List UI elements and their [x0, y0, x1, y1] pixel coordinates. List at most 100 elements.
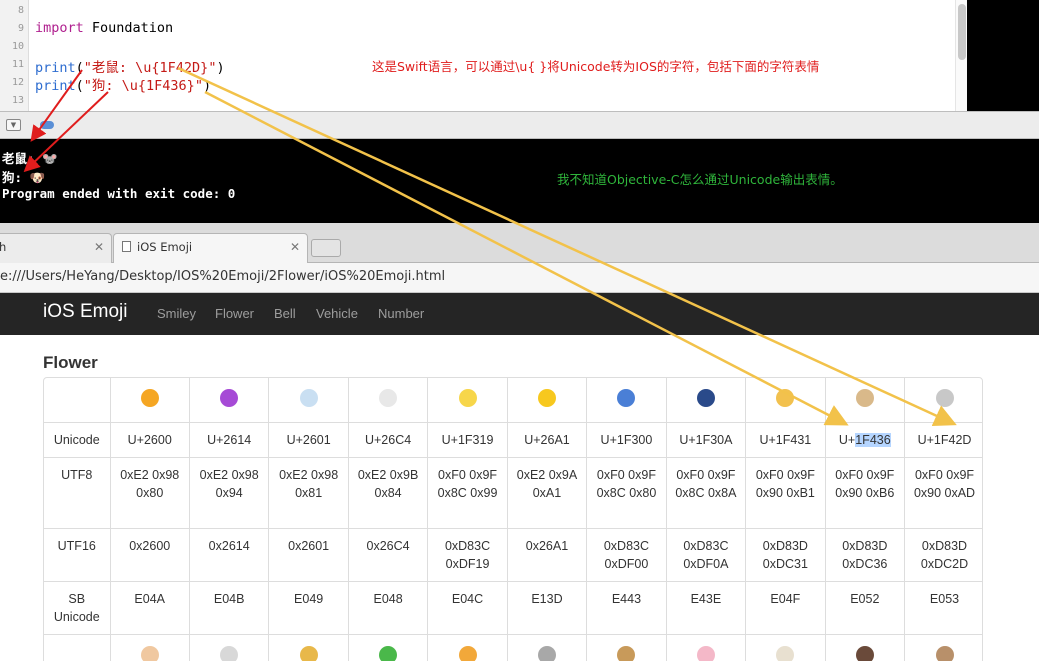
sun-emoji	[140, 389, 159, 407]
emoji-cell[interactable]	[110, 634, 190, 661]
hide-debug-area-icon[interactable]: ▼	[6, 119, 21, 131]
console-output[interactable]: 老鼠: 🐭 狗: 🐶 Program ended with exit code:…	[0, 139, 1039, 223]
utf8-cell: 0xF0 0x9F 0x8C 0x8A	[666, 457, 747, 529]
emoji-cell[interactable]	[268, 378, 349, 423]
emoji-cell[interactable]	[666, 378, 747, 423]
unicode-cell: U+1F436	[825, 422, 906, 458]
rabbit-emoji	[220, 645, 239, 661]
utf8-cell: 0xF0 0x9F 0x90 0xAD	[904, 457, 982, 529]
code-line[interactable]: import Foundation	[35, 20, 173, 36]
line-number: 11	[11, 59, 24, 70]
utf16-cell: 0x26A1	[507, 528, 588, 582]
nav-number[interactable]: Number	[378, 306, 424, 321]
editor-scrollbar-thumb[interactable]	[958, 4, 966, 60]
sb-unicode-cell: E04C	[427, 581, 508, 635]
code-token: Foundation	[83, 20, 174, 36]
editor-scrollbar[interactable]	[955, 0, 967, 111]
editor-side-panel	[967, 0, 1039, 111]
sb-unicode-cell: E048	[348, 581, 429, 635]
nav-bell[interactable]: Bell	[274, 306, 296, 321]
address-bar[interactable]: e:///Users/HeYang/Desktop/IOS%20Emoji/2F…	[0, 263, 1039, 293]
site-brand[interactable]: iOS Emoji	[43, 301, 127, 323]
emoji-cell[interactable]	[189, 378, 270, 423]
emoji-cell[interactable]	[586, 634, 667, 661]
boar-emoji	[855, 645, 874, 661]
utf8-cell: 0xE2 0x98 0x80	[110, 457, 190, 529]
hamster-emoji	[140, 645, 159, 661]
snowman-emoji	[379, 389, 398, 407]
cat-face-emoji	[776, 389, 795, 407]
utf8-cell: 0xF0 0x9F 0x90 0xB6	[825, 457, 906, 529]
code-token: import	[35, 20, 84, 36]
koala-emoji	[537, 645, 556, 661]
unicode-cell: U+1F319	[427, 422, 508, 458]
line-number-gutter: 8 9 10 11 12 13	[0, 0, 29, 111]
emoji-cell[interactable]	[666, 634, 747, 661]
code-line[interactable]: print("狗: \u{1F436}")	[35, 74, 211, 94]
table-cell	[44, 634, 111, 661]
utf16-cell: 0x26C4	[348, 528, 429, 582]
tab-previous[interactable]: h ✕	[0, 233, 112, 263]
objc-annotation: 我不知道Objective-C怎么通过Unicode输出表情。	[557, 172, 843, 187]
browser-tab-bar: h ✕ iOS Emoji ✕	[0, 223, 1039, 264]
utf16-cell: 0x2600	[110, 528, 190, 582]
code-token: )	[202, 78, 212, 94]
utf16-cell: 0xD83C 0xDF19	[427, 528, 508, 582]
lightning-emoji	[537, 389, 556, 407]
selected-text[interactable]: 1F436	[855, 432, 891, 447]
emoji-table: Unicode U+2600 U+2614 U+2601 U+26C4 U+1F319 U+…	[43, 377, 983, 661]
unicode-cell: U+2601	[268, 422, 349, 458]
mouse-face-emoji	[935, 389, 954, 407]
new-tab-button[interactable]	[311, 239, 341, 257]
sb-unicode-cell: E053	[904, 581, 982, 635]
nav-smiley[interactable]: Smiley	[157, 306, 196, 321]
utf8-cell: 0xF0 0x9F 0x8C 0x99	[427, 457, 508, 529]
emoji-cell[interactable]	[189, 634, 270, 661]
utf16-cell: 0xD83D 0xDC31	[745, 528, 826, 582]
emoji-cell[interactable]	[904, 634, 982, 661]
utf16-cell: 0xD83D 0xDC2D	[904, 528, 982, 582]
sb-unicode-cell: E13D	[507, 581, 588, 635]
nav-vehicle[interactable]: Vehicle	[316, 306, 358, 321]
code-token: (	[75, 78, 84, 94]
utf8-cell: 0xE2 0x98 0x81	[268, 457, 349, 529]
row-label-utf16: UTF16	[44, 528, 111, 582]
emoji-cell[interactable]	[745, 634, 826, 661]
code-editor[interactable]: 8 9 10 11 12 13 import Foundation print("老鼠: \…	[0, 0, 1039, 111]
emoji-cell[interactable]	[427, 378, 508, 423]
emoji-cell[interactable]	[825, 634, 906, 661]
close-tab-icon[interactable]: ✕	[94, 240, 104, 254]
emoji-cell[interactable]	[268, 634, 349, 661]
unicode-cell: U+26A1	[507, 422, 588, 458]
utf8-cell: 0xE2 0x9A 0xA1	[507, 457, 588, 529]
close-tab-icon[interactable]: ✕	[290, 240, 300, 254]
emoji-cell[interactable]	[427, 634, 508, 661]
crescent-moon-emoji	[458, 389, 477, 407]
code-line[interactable]: print("老鼠: \u{1F42D}")	[35, 56, 225, 76]
unicode-prefix: U+	[838, 432, 856, 447]
emoji-cell[interactable]	[904, 378, 982, 423]
emoji-cell[interactable]	[507, 378, 588, 423]
emoji-cell[interactable]	[825, 378, 906, 423]
frog-emoji	[379, 645, 398, 661]
cloud-icon[interactable]	[40, 121, 54, 129]
emoji-cell[interactable]	[348, 634, 429, 661]
emoji-cell[interactable]	[745, 378, 826, 423]
document-icon	[122, 241, 131, 252]
url-text[interactable]: e:///Users/HeYang/Desktop/IOS%20Emoji/2F…	[0, 269, 445, 284]
console-line-1: 老鼠: 🐭	[2, 151, 58, 166]
swift-annotation: 这是Swift语言，可以通过\u{ }将Unicode转为IOS的字符，包括下面…	[372, 59, 820, 74]
code-token: print	[35, 78, 76, 94]
wave-emoji	[696, 389, 715, 407]
bear-emoji	[617, 645, 636, 661]
emoji-cell[interactable]	[586, 378, 667, 423]
nav-flower[interactable]: Flower	[215, 306, 254, 321]
emoji-cell[interactable]	[348, 378, 429, 423]
row-label-sb-unicode: SB Unicode	[44, 581, 111, 635]
sb-unicode-cell: E443	[586, 581, 667, 635]
section-title: Flower	[43, 353, 98, 372]
emoji-cell[interactable]	[507, 634, 588, 661]
emoji-cell[interactable]	[110, 378, 190, 423]
sb-unicode-cell: E43E	[666, 581, 747, 635]
tab-ios-emoji[interactable]: iOS Emoji ✕	[113, 233, 308, 264]
